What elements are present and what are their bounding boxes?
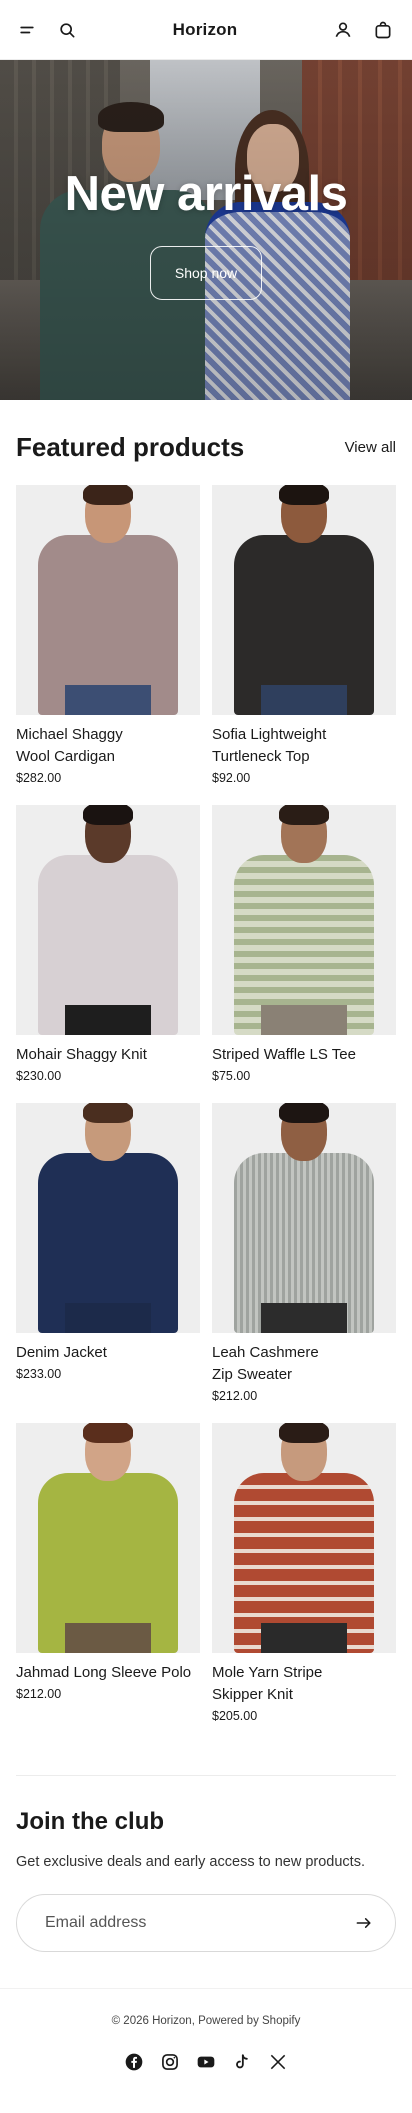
product-name[interactable]: Sofia Lightweight Turtleneck Top bbox=[212, 724, 396, 768]
product-name-line1: Mole Yarn Stripe bbox=[212, 1664, 323, 1681]
email-input[interactable] bbox=[45, 1914, 305, 1932]
product-image[interactable] bbox=[212, 1423, 396, 1653]
product-card[interactable]: Striped Waffle LS Tee $75.00 bbox=[212, 805, 396, 1083]
facebook-icon[interactable] bbox=[123, 2051, 145, 2073]
hero-title: New arrivals bbox=[64, 167, 348, 221]
header-right bbox=[300, 13, 400, 47]
product-image[interactable] bbox=[212, 1103, 396, 1333]
product-card[interactable]: Denim Jacket $233.00 bbox=[16, 1103, 200, 1403]
view-all-link[interactable]: View all bbox=[345, 439, 396, 456]
site-footer: © 2026 Horizon, Powered by Shopify bbox=[0, 1989, 412, 2113]
shop-now-button[interactable]: Shop now bbox=[149, 246, 263, 300]
product-name[interactable]: Denim Jacket bbox=[16, 1342, 200, 1364]
instagram-icon[interactable] bbox=[159, 2051, 181, 2073]
hero-content: New arrivals Shop now bbox=[0, 60, 412, 400]
header-left bbox=[10, 13, 110, 47]
product-name-line1: Mohair Shaggy Knit bbox=[16, 1046, 147, 1063]
product-name-line1: Denim Jacket bbox=[16, 1344, 107, 1361]
product-price: $75.00 bbox=[212, 1069, 251, 1083]
product-name-line1: Michael Shaggy bbox=[16, 726, 123, 743]
product-name-line2: Skipper Knit bbox=[212, 1686, 293, 1703]
menu-icon[interactable] bbox=[10, 13, 44, 47]
product-price: $230.00 bbox=[16, 1069, 62, 1083]
site-header: Horizon bbox=[0, 0, 412, 60]
product-price: $205.00 bbox=[212, 1709, 258, 1723]
product-name-line2: Turtleneck Top bbox=[212, 748, 310, 765]
product-price: $282.00 bbox=[16, 771, 62, 785]
product-name[interactable]: Michael Shaggy Wool Cardigan bbox=[16, 724, 200, 768]
social-links bbox=[16, 2051, 396, 2073]
newsletter-title: Join the club bbox=[16, 1808, 165, 1835]
product-image[interactable] bbox=[212, 805, 396, 1035]
product-name-line1: Jahmad Long Sleeve Polo bbox=[16, 1664, 192, 1681]
product-image[interactable] bbox=[16, 485, 200, 715]
product-name-line1: Sofia Lightweight bbox=[212, 726, 327, 743]
product-name-line1: Striped Waffle LS Tee bbox=[212, 1046, 356, 1063]
product-image[interactable] bbox=[16, 1423, 200, 1653]
tiktok-icon[interactable] bbox=[231, 2051, 253, 2073]
bag-icon[interactable] bbox=[366, 13, 400, 47]
product-name[interactable]: Striped Waffle LS Tee bbox=[212, 1044, 396, 1066]
newsletter-text: Get exclusive deals and early access to … bbox=[16, 1854, 365, 1870]
product-name[interactable]: Jahmad Long Sleeve Polo bbox=[16, 1662, 200, 1684]
product-card[interactable]: Mohair Shaggy Knit $230.00 bbox=[16, 805, 200, 1083]
copyright-text: © 2026 Horizon, Powered by Shopify bbox=[111, 2015, 301, 2027]
product-image[interactable] bbox=[16, 805, 200, 1035]
product-grid: Michael Shaggy Wool Cardigan $282.00 Sofi… bbox=[16, 485, 396, 1723]
product-name-line1: Leah Cashmere bbox=[212, 1344, 319, 1361]
featured-header: Featured products View all bbox=[16, 432, 396, 463]
product-card[interactable]: Jahmad Long Sleeve Polo $212.00 bbox=[16, 1423, 200, 1723]
product-card[interactable]: Sofia Lightweight Turtleneck Top $92.00 bbox=[212, 485, 396, 785]
email-form bbox=[16, 1894, 396, 1952]
product-name[interactable]: Leah Cashmere Zip Sweater bbox=[212, 1342, 396, 1386]
hero-banner: New arrivals Shop now bbox=[0, 60, 412, 400]
product-image[interactable] bbox=[16, 1103, 200, 1333]
arrow-right-icon[interactable] bbox=[349, 1908, 379, 1938]
featured-products: Featured products View all Michael Shagg… bbox=[0, 400, 412, 1723]
product-name[interactable]: Mole Yarn Stripe Skipper Knit bbox=[212, 1662, 396, 1706]
account-icon[interactable] bbox=[326, 13, 360, 47]
search-icon[interactable] bbox=[50, 13, 84, 47]
newsletter-section: Join the club Get exclusive deals and ea… bbox=[0, 1776, 412, 1952]
product-card[interactable]: Mole Yarn Stripe Skipper Knit $205.00 bbox=[212, 1423, 396, 1723]
product-price: $212.00 bbox=[212, 1389, 258, 1403]
brand-logo[interactable]: Horizon bbox=[173, 20, 238, 40]
product-price: $92.00 bbox=[212, 771, 251, 785]
product-name-line2: Zip Sweater bbox=[212, 1366, 293, 1383]
product-card[interactable]: Michael Shaggy Wool Cardigan $282.00 bbox=[16, 485, 200, 785]
x-icon[interactable] bbox=[267, 2051, 289, 2073]
product-image[interactable] bbox=[212, 485, 396, 715]
product-price: $233.00 bbox=[16, 1367, 62, 1381]
product-price: $212.00 bbox=[16, 1687, 62, 1701]
product-name[interactable]: Mohair Shaggy Knit bbox=[16, 1044, 200, 1066]
youtube-icon[interactable] bbox=[195, 2051, 217, 2073]
product-card[interactable]: Leah Cashmere Zip Sweater $212.00 bbox=[212, 1103, 396, 1403]
featured-title: Featured products bbox=[16, 432, 245, 462]
product-name-line2: Wool Cardigan bbox=[16, 748, 115, 765]
